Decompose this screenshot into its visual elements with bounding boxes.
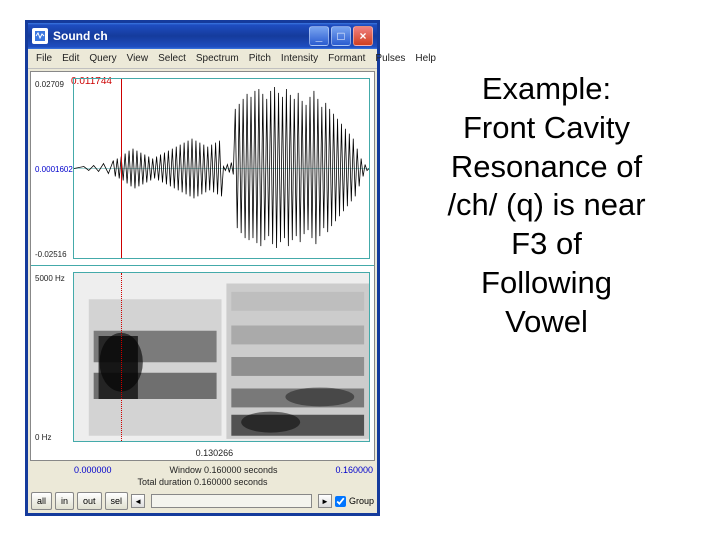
toolbar: all in out sel ◄ ► Group <box>28 489 377 513</box>
zoom-out-button[interactable]: out <box>77 492 102 510</box>
spec-cursor[interactable] <box>121 273 122 441</box>
spectrogram-pane[interactable]: 5000 Hz 0 Hz <box>31 266 374 460</box>
window-duration[interactable]: Window 0.160000 seconds <box>112 465 336 475</box>
praat-sound-window: Sound ch _ □ × File Edit Query View Sele… <box>25 20 380 516</box>
wave-ymax: 0.02709 <box>35 80 64 89</box>
menu-spectrum[interactable]: Spectrum <box>192 52 243 65</box>
time-cursor[interactable] <box>121 79 122 258</box>
group-input[interactable] <box>335 496 346 507</box>
slide-heading: Example: Front Cavity Resonance of /ch/ … <box>447 70 645 540</box>
window-title: Sound ch <box>53 29 307 43</box>
spectrogram-canvas[interactable] <box>73 272 370 442</box>
group-label: Group <box>349 496 374 506</box>
waveform-pane[interactable]: 0.02709 0.0001602 -0.02516 <box>31 72 374 266</box>
menu-query[interactable]: Query <box>85 52 120 65</box>
spectrogram-svg <box>74 273 369 441</box>
menu-pitch[interactable]: Pitch <box>245 52 275 65</box>
visible-start[interactable]: 0.000000 <box>74 465 112 475</box>
scroll-left-button[interactable]: ◄ <box>131 494 145 508</box>
menu-intensity[interactable]: Intensity <box>277 52 322 65</box>
scroll-track[interactable] <box>151 494 312 508</box>
menu-file[interactable]: File <box>32 52 56 65</box>
total-duration[interactable]: Total duration 0.160000 seconds <box>32 477 373 487</box>
slide-text-column: Example: Front Cavity Resonance of /ch/ … <box>385 0 720 540</box>
wave-ymid: 0.0001602 <box>35 165 73 174</box>
visible-end[interactable]: 0.160000 <box>335 465 373 475</box>
waveform-canvas[interactable] <box>73 78 370 259</box>
menu-select[interactable]: Select <box>154 52 190 65</box>
waveform-svg <box>74 79 369 258</box>
wave-ymin: -0.02516 <box>35 250 67 259</box>
menubar: File Edit Query View Select Spectrum Pit… <box>28 49 377 69</box>
close-button[interactable]: × <box>353 26 373 46</box>
menu-view[interactable]: View <box>123 52 153 65</box>
spec-cursor-bottom: 0.130266 <box>196 448 234 458</box>
zoom-sel-button[interactable]: sel <box>105 492 129 510</box>
maximize-button[interactable]: □ <box>331 26 351 46</box>
zoom-all-button[interactable]: all <box>31 492 52 510</box>
zoom-in-button[interactable]: in <box>55 492 74 510</box>
spec-ymax: 5000 Hz <box>35 274 65 283</box>
plot-area: 0.011744 0.02709 0.0001602 -0.02516 5000… <box>30 71 375 461</box>
minimize-button[interactable]: _ <box>309 26 329 46</box>
app-icon <box>32 28 48 44</box>
menu-formant[interactable]: Formant <box>324 52 369 65</box>
menu-edit[interactable]: Edit <box>58 52 83 65</box>
group-checkbox[interactable]: Group <box>335 496 374 507</box>
spec-ymin: 0 Hz <box>35 433 51 442</box>
scroll-right-button[interactable]: ► <box>318 494 332 508</box>
titlebar[interactable]: Sound ch _ □ × <box>28 23 377 49</box>
time-info: 0.000000 Window 0.160000 seconds 0.16000… <box>28 463 377 489</box>
